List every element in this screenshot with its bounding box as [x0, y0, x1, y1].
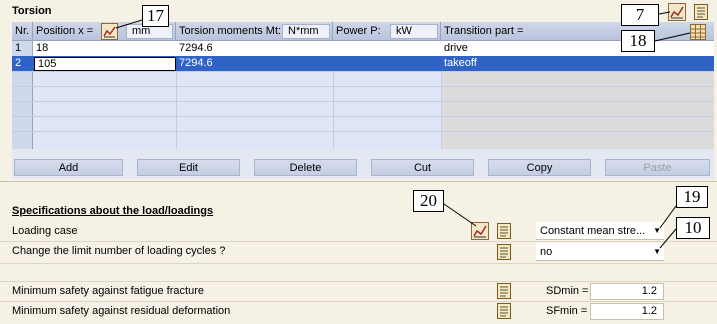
notepad-icon[interactable] [692, 3, 710, 21]
chart-icon[interactable] [471, 222, 489, 240]
limit-cycles-value: no [540, 246, 553, 258]
add-button[interactable]: Add [14, 159, 123, 176]
table-icon[interactable] [689, 23, 707, 41]
notepad-icon[interactable] [495, 243, 513, 261]
row-divider [12, 116, 714, 117]
limit-cycles-label: Change the limit number of loading cycle… [12, 245, 226, 257]
edit-button[interactable]: Edit [137, 159, 240, 176]
column-header-power-label: Power P: [336, 25, 381, 37]
divider [0, 263, 717, 264]
transition-cell[interactable]: drive [441, 41, 714, 56]
callout-label: 19 [676, 186, 708, 208]
column-header-moments-label: Torsion moments Mt: [179, 25, 282, 37]
loading-case-label: Loading case [12, 225, 78, 237]
limit-cycles-dropdown[interactable]: no ▼ [536, 243, 664, 261]
sfmin-input[interactable]: 1.2 [590, 303, 664, 320]
power-cell[interactable] [333, 56, 336, 71]
row-divider [12, 86, 714, 87]
column-header-position-label: Position x = [36, 25, 94, 37]
residual-label: Minimum safety against residual deformat… [12, 305, 231, 317]
divider [0, 281, 717, 282]
fatigue-label: Minimum safety against fatigue fracture [12, 285, 204, 297]
row-number: 2 [15, 57, 22, 69]
row-divider [12, 71, 714, 72]
transition-cell[interactable]: takeoff [441, 56, 477, 71]
moment-cell[interactable]: 7294.6 [176, 56, 213, 71]
divider [0, 241, 717, 242]
callout-label: 10 [676, 217, 710, 239]
callout-label: 18 [621, 30, 655, 52]
notepad-icon[interactable] [495, 222, 513, 240]
notepad-icon[interactable] [495, 302, 513, 320]
column-header-nr: Nr. [12, 22, 33, 41]
chevron-down-icon: ▼ [653, 226, 661, 235]
callout-label: 17 [142, 5, 169, 27]
sdmin-label: SDmin = [546, 285, 589, 297]
table-row[interactable] [33, 41, 441, 56]
position-cell-editing[interactable]: 105 [34, 57, 176, 71]
moments-unit-box[interactable]: N*mm [282, 24, 330, 39]
loading-case-value: Constant mean stre... [540, 225, 646, 237]
row-number: 1 [15, 42, 22, 54]
position-cell[interactable]: 18 [33, 41, 48, 56]
power-cell[interactable] [333, 41, 336, 56]
callout-label: 7 [621, 4, 659, 26]
power-unit-box[interactable]: kW [390, 24, 438, 39]
notepad-icon[interactable] [495, 282, 513, 300]
callout-label: 20 [413, 190, 444, 212]
chevron-down-icon: ▼ [653, 247, 661, 256]
cut-button[interactable]: Cut [371, 159, 474, 176]
copy-button[interactable]: Copy [488, 159, 591, 176]
section-title-torsion: Torsion [12, 5, 52, 17]
paste-button[interactable]: Paste [605, 159, 710, 176]
column-header-transition: Transition part = [444, 25, 524, 37]
chart-icon[interactable] [668, 3, 686, 21]
chart-icon[interactable] [101, 23, 118, 40]
delete-button[interactable]: Delete [254, 159, 357, 176]
divider [0, 181, 717, 182]
divider [0, 301, 717, 302]
table-body: 1 18 7294.6 drive 2 105 7294.6 takeoff [12, 41, 714, 149]
row-divider [12, 131, 714, 132]
row-divider [12, 101, 714, 102]
moment-cell[interactable]: 7294.6 [176, 41, 213, 56]
sdmin-input[interactable]: 1.2 [590, 283, 664, 300]
sfmin-label: SFmin = [546, 305, 588, 317]
loading-case-dropdown[interactable]: Constant mean stre... ▼ [536, 222, 664, 240]
section-title-load: Specifications about the load/loadings [12, 205, 214, 217]
